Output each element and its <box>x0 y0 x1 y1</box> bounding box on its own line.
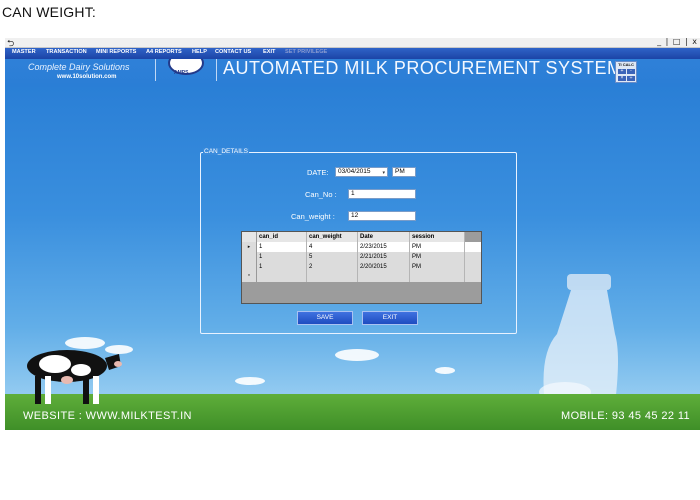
header-band: Complete Dairy Solutions www.10solution.… <box>5 58 700 87</box>
new-row[interactable]: * <box>242 272 481 282</box>
grid-corner <box>242 232 257 242</box>
table-row[interactable]: ▸ 1 4 2/23/2015 PM <box>242 242 481 252</box>
grid-header-can-id[interactable]: can_id <box>257 232 307 242</box>
cell-can-weight[interactable]: 2 <box>307 262 358 272</box>
table-row[interactable]: 1 2 2/20/2015 PM <box>242 262 481 272</box>
calc-plus-icon: + <box>618 69 626 74</box>
cell-session[interactable]: PM <box>410 262 465 272</box>
cell-date[interactable]: 2/23/2015 <box>358 242 410 252</box>
window-titlebar: ⮌ _ | □ | x <box>5 38 700 49</box>
menu-contact-us[interactable]: CONTACT US <box>215 49 251 55</box>
grid-header-can-weight[interactable]: can_weight <box>307 232 358 242</box>
can-data-grid: can_id can_weight Date session ▸ 1 4 2/2… <box>241 231 482 304</box>
cow-image <box>27 350 122 404</box>
can-weight-input[interactable]: 12 <box>348 211 416 221</box>
cell-can-id[interactable] <box>257 272 307 282</box>
session-field[interactable]: PM <box>392 167 416 177</box>
grid-header-session[interactable]: session <box>410 232 465 242</box>
cloud <box>435 367 455 374</box>
can-details-legend: CAN_DETAILS <box>203 148 249 155</box>
logo-text: AMPS <box>174 70 189 76</box>
cloud <box>235 377 265 385</box>
date-value: 03/04/2015 <box>338 168 371 175</box>
date-label: DATE: <box>307 168 329 177</box>
company-website: www.10solution.com <box>57 74 117 80</box>
menu-a4-reports[interactable]: A4 REPORTS <box>146 49 182 55</box>
cloud <box>335 349 379 361</box>
calendar-dropdown-icon[interactable]: ▾ <box>382 169 385 177</box>
cell-can-weight[interactable]: 4 <box>307 242 358 252</box>
calc-multiply-icon: × <box>618 76 626 81</box>
cell-date[interactable] <box>358 272 410 282</box>
company-tagline: Complete Dairy Solutions <box>28 62 130 72</box>
date-picker[interactable]: 03/04/2015 ▾ <box>335 167 388 177</box>
cell-date[interactable]: 2/20/2015 <box>358 262 410 272</box>
calculator-button[interactable]: TI CALC + - × ÷ <box>615 61 637 83</box>
document-heading: CAN WEIGHT: <box>2 4 96 20</box>
save-button[interactable]: SAVE <box>297 311 353 325</box>
cell-session[interactable]: PM <box>410 252 465 262</box>
menu-exit[interactable]: EXIT <box>263 49 275 55</box>
footer-website: WEBSITE : WWW.MILKTEST.IN <box>23 410 192 422</box>
new-row-icon[interactable]: * <box>242 272 257 282</box>
exit-button[interactable]: EXIT <box>362 311 418 325</box>
cell-can-weight[interactable] <box>307 272 358 282</box>
grid-header-row: can_id can_weight Date session <box>242 232 481 242</box>
menu-mini-reports[interactable]: MINI REPORTS <box>96 49 136 55</box>
can-weight-label: Can_weight : <box>291 212 335 221</box>
row-header[interactable] <box>242 252 257 262</box>
cell-can-id[interactable]: 1 <box>257 262 307 272</box>
can-details-group: CAN_DETAILS DATE: 03/04/2015 ▾ PM Can_No… <box>200 148 517 334</box>
cell-session[interactable]: PM <box>410 242 465 252</box>
cell-can-id[interactable]: 1 <box>257 252 307 262</box>
milk-bottle-image <box>539 274 618 404</box>
cell-date[interactable]: 2/21/2015 <box>358 252 410 262</box>
cell-can-id[interactable]: 1 <box>257 242 307 252</box>
amps-logo: AMPS <box>155 59 217 81</box>
app-window: ⮌ _ | □ | x MASTER TRANSACTION MINI REPO… <box>5 38 700 430</box>
footer-mobile: MOBILE: 93 45 45 22 11 <box>561 410 691 422</box>
calc-divide-icon: ÷ <box>627 76 635 81</box>
row-header[interactable] <box>242 262 257 272</box>
calculator-label: TI CALC <box>618 62 634 67</box>
menu-transaction[interactable]: TRANSACTION <box>46 49 87 55</box>
can-no-label: Can_No : <box>305 190 337 199</box>
calc-minus-icon: - <box>627 69 635 74</box>
menu-help[interactable]: HELP <box>192 49 207 55</box>
menu-master[interactable]: MASTER <box>12 49 36 55</box>
row-selector-icon[interactable]: ▸ <box>242 242 257 252</box>
app-title: AUTOMATED MILK PROCUREMENT SYSTEM <box>223 58 623 78</box>
table-row[interactable]: 1 5 2/21/2015 PM <box>242 252 481 262</box>
window-controls[interactable]: _ | □ | x <box>657 38 698 46</box>
can-no-input[interactable]: 1 <box>348 189 416 199</box>
menu-set-privilege: SET PRIVILEGE <box>285 49 328 55</box>
cell-can-weight[interactable]: 5 <box>307 252 358 262</box>
grid-header-date[interactable]: Date <box>358 232 410 242</box>
cell-session[interactable] <box>410 272 465 282</box>
